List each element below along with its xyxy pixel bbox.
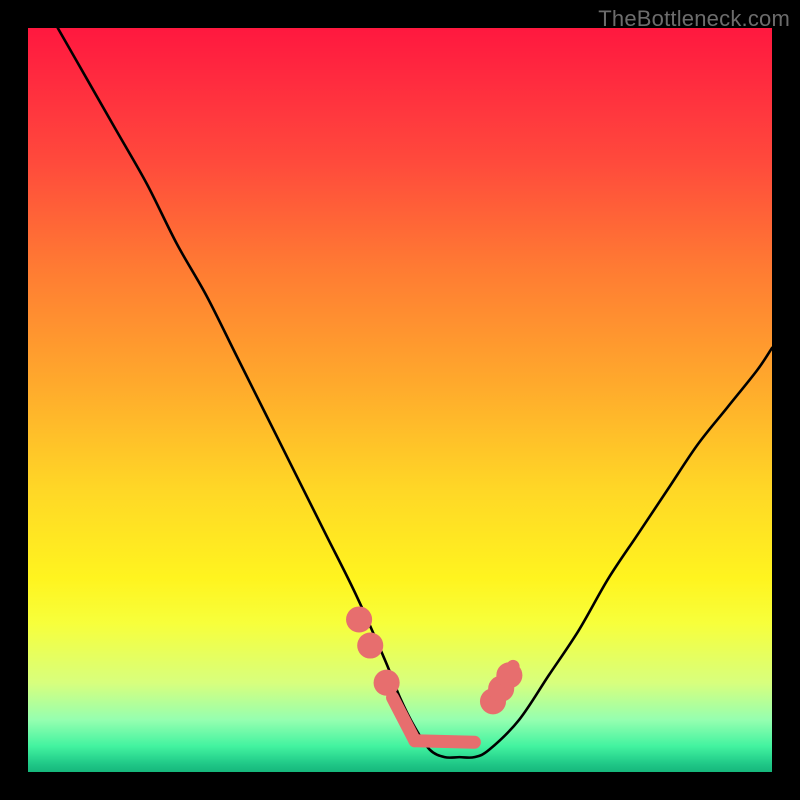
bottleneck-curve — [58, 28, 772, 758]
curve-svg — [28, 28, 772, 772]
chart-frame: TheBottleneck.com — [0, 0, 800, 800]
curve-marker — [374, 670, 400, 696]
watermark-text: TheBottleneck.com — [598, 6, 790, 32]
curve-marker — [496, 662, 522, 688]
curve-marker — [346, 606, 372, 632]
curve-markers — [346, 606, 522, 714]
plot-area — [28, 28, 772, 772]
highlight-segment — [415, 741, 475, 742]
curve-marker — [357, 632, 383, 658]
